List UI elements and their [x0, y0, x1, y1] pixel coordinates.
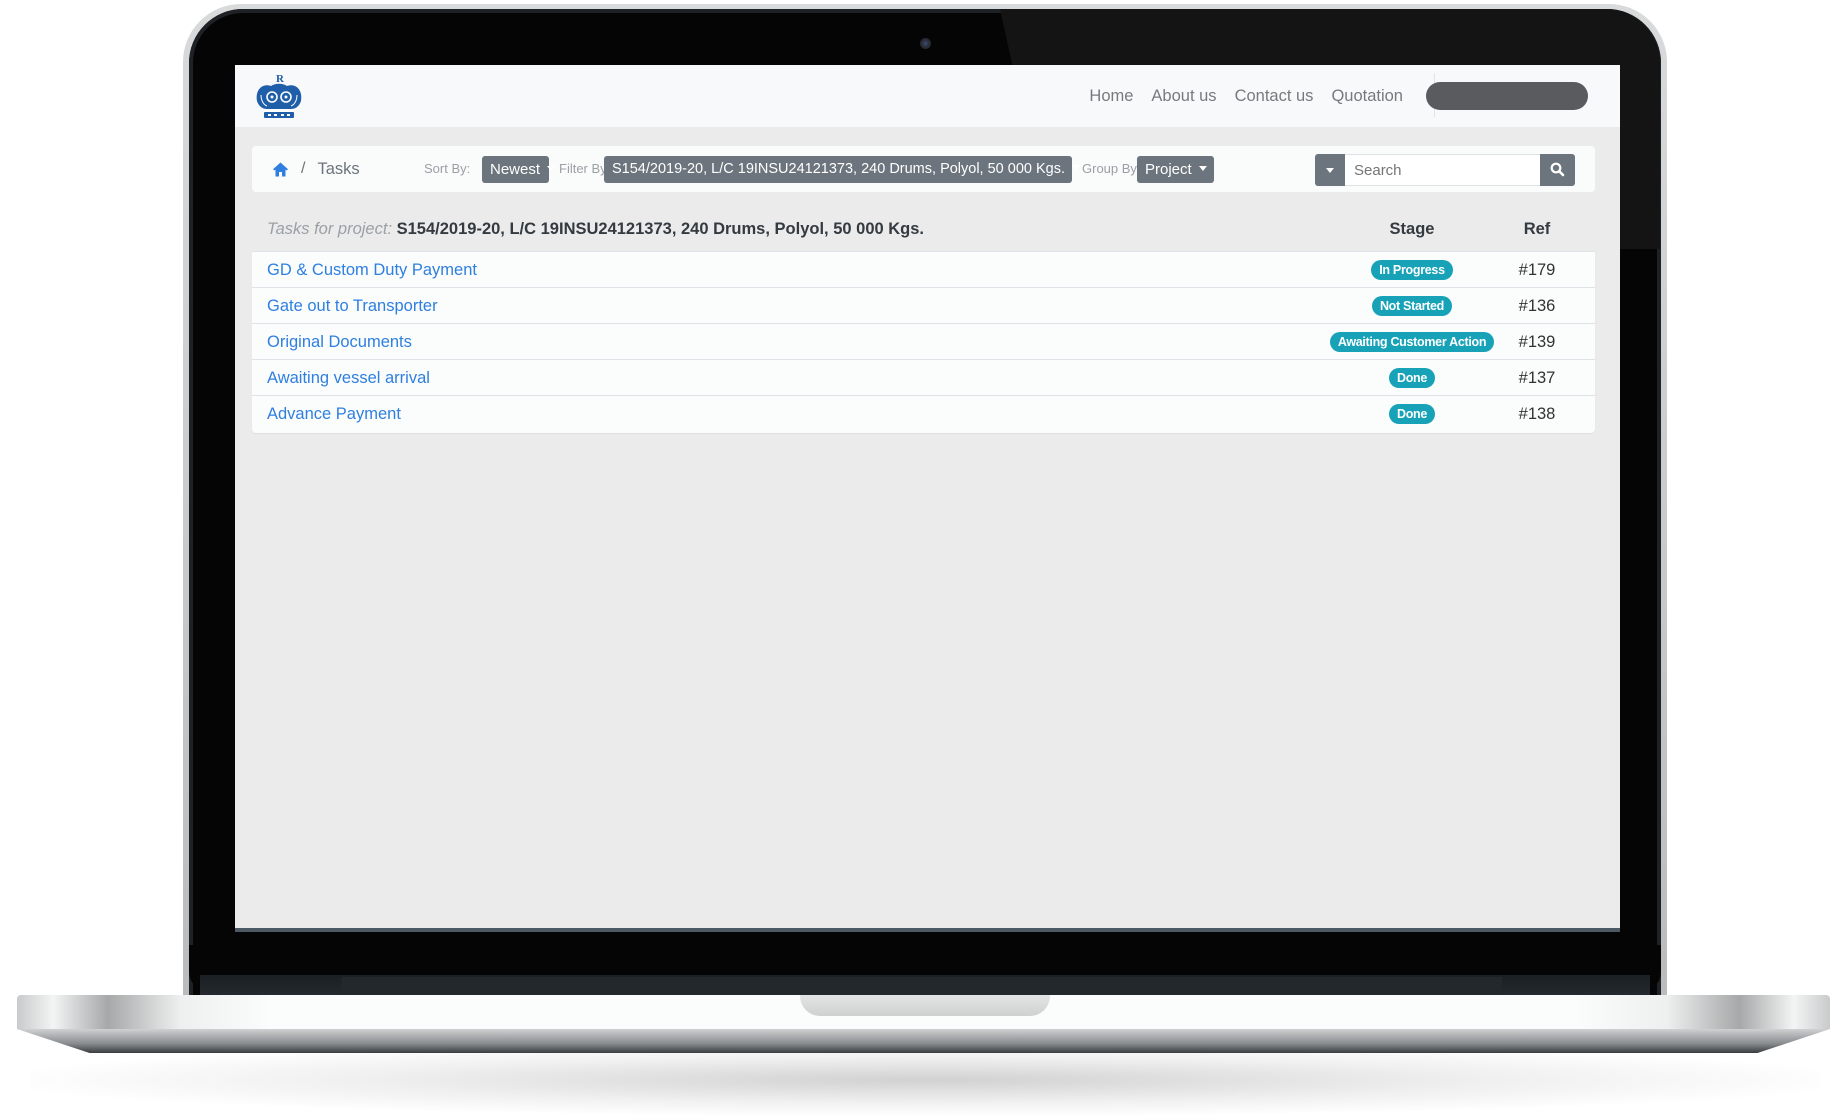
stage-cell: Done — [1337, 360, 1487, 396]
project-name: S154/2019-20, L/C 19INSU24121373, 240 Dr… — [396, 220, 925, 238]
laptop-notch — [800, 995, 1050, 1016]
task-ref: #139 — [1518, 333, 1556, 351]
filter-dropdown[interactable]: S154/2019-20, L/C 19INSU24121373, 240 Dr… — [604, 156, 1081, 183]
nav-links: Home About us Contact us Quotation — [1080, 65, 1412, 127]
group-label: Group By: — [1082, 161, 1141, 176]
search-input[interactable] — [1345, 154, 1540, 186]
task-link[interactable]: GD & Custom Duty Payment — [267, 252, 477, 288]
column-header-ref: Ref — [1523, 220, 1551, 238]
task-ref: #138 — [1518, 405, 1556, 423]
task-link[interactable]: Advance Payment — [267, 396, 401, 432]
sort-dropdown[interactable]: Newest — [482, 156, 556, 183]
stage-cell: Not Started — [1337, 288, 1487, 324]
task-row[interactable]: GD & Custom Duty Payment In Progress #17… — [252, 252, 1595, 288]
home-icon[interactable] — [272, 161, 289, 178]
project-heading: Tasks for project: S154/2019-20, L/C 19I… — [267, 207, 924, 251]
task-ref: #136 — [1518, 297, 1556, 315]
breadcrumb: / Tasks — [272, 146, 360, 192]
project-prefix: Tasks for project: — [267, 220, 393, 238]
search-group — [1315, 154, 1575, 186]
task-row[interactable]: Advance Payment Done #138 — [252, 396, 1595, 433]
nav-home-link[interactable]: Home — [1080, 87, 1142, 106]
task-ref: #137 — [1518, 369, 1556, 387]
task-row[interactable]: Original Documents Awaiting Customer Act… — [252, 324, 1595, 360]
stage-cell: In Progress — [1337, 252, 1487, 288]
filter-label: Filter By: — [559, 161, 611, 176]
task-ref: #179 — [1518, 261, 1556, 279]
task-row[interactable]: Gate out to Transporter Not Started #136 — [252, 288, 1595, 324]
browser-screen: R Home About us Contact us Quotation / T… — [235, 65, 1620, 932]
laptop-hinge-inner — [342, 977, 1502, 997]
task-link[interactable]: Awaiting vessel arrival — [267, 360, 430, 396]
breadcrumb-separator: / — [301, 160, 306, 177]
breadcrumb-current: Tasks — [317, 159, 360, 178]
sort-label: Sort By: — [424, 161, 471, 176]
nav-quotation-link[interactable]: Quotation — [1322, 87, 1412, 106]
group-value: Project — [1145, 161, 1192, 178]
task-row[interactable]: Awaiting vessel arrival Done #137 — [252, 360, 1595, 396]
stage-badge: Done — [1388, 368, 1436, 388]
chevron-down-icon — [1198, 165, 1207, 171]
sort-value: Newest — [490, 161, 541, 178]
navbar: R Home About us Contact us Quotation — [235, 65, 1620, 127]
stage-cell: Done — [1337, 396, 1487, 432]
webcam-icon — [920, 38, 931, 49]
stage-badge: In Progress — [1371, 260, 1453, 280]
chevron-down-icon — [547, 165, 556, 171]
task-link[interactable]: Gate out to Transporter — [267, 288, 438, 324]
stage-cell: Awaiting Customer Action — [1329, 324, 1495, 360]
chevron-down-icon — [1326, 168, 1334, 173]
task-link[interactable]: Original Documents — [267, 324, 412, 360]
laptop-shadow — [30, 1045, 1820, 1115]
crown-logo[interactable]: R — [251, 71, 307, 121]
nav-contact-link[interactable]: Contact us — [1226, 87, 1323, 106]
filter-value: S154/2019-20, L/C 19INSU24121373, 240 Dr… — [612, 161, 1066, 177]
task-toolbar: / Tasks Sort By: Newest Filter By: S154/… — [252, 146, 1595, 192]
laptop-base-lower — [17, 1029, 1830, 1053]
user-menu-button[interactable] — [1426, 82, 1588, 110]
svg-text:R: R — [276, 73, 285, 85]
chevron-down-icon — [1072, 164, 1081, 170]
stage-badge: Done — [1388, 404, 1436, 424]
group-dropdown[interactable]: Project — [1137, 156, 1214, 183]
search-options-dropdown[interactable] — [1315, 154, 1345, 186]
table-header: Tasks for project: S154/2019-20, L/C 19I… — [252, 207, 1595, 251]
task-list: GD & Custom Duty Payment In Progress #17… — [252, 251, 1595, 433]
search-icon — [1550, 162, 1565, 177]
column-header-stage: Stage — [1389, 220, 1435, 238]
stage-badge: Awaiting Customer Action — [1329, 332, 1495, 352]
stage-badge: Not Started — [1371, 296, 1453, 316]
search-button[interactable] — [1540, 154, 1575, 186]
nav-about-link[interactable]: About us — [1142, 87, 1225, 106]
